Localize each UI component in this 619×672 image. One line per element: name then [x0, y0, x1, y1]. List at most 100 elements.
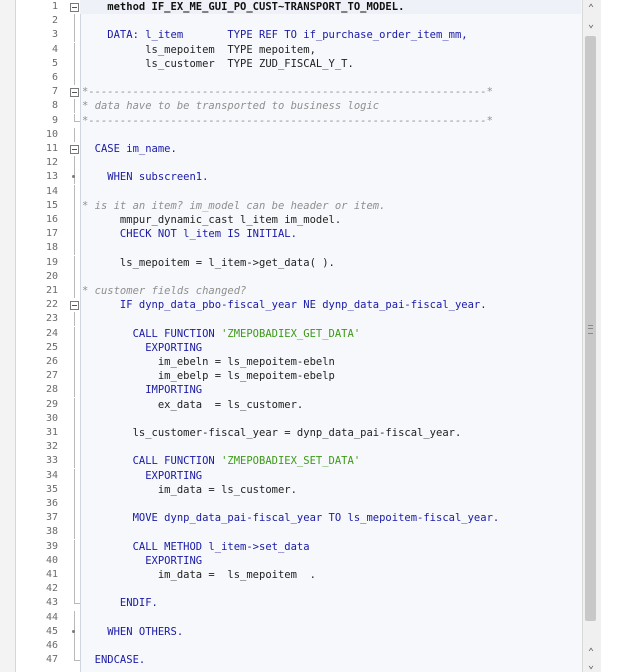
- code-text[interactable]: im_ebelp = ls_mepoitem-ebelp: [82, 369, 335, 383]
- fold-guide: [68, 269, 80, 284]
- code-line[interactable]: 8 * data have to be transported to busine…: [16, 99, 581, 114]
- code-line[interactable]: 14: [16, 184, 581, 199]
- code-text[interactable]: IMPORTING: [82, 383, 202, 397]
- scroll-down-icon[interactable]: ⌄: [583, 659, 599, 672]
- code-line[interactable]: 15 * is it an item? im_model can be heade…: [16, 198, 581, 213]
- code-text[interactable]: EXPORTING: [82, 469, 202, 483]
- code-text[interactable]: ENDIF.: [82, 596, 158, 610]
- code-text[interactable]: CHECK NOT l_item IS INITIAL.: [82, 227, 297, 241]
- code-line[interactable]: 31 ls_customer-fiscal_year = dynp_data_p…: [16, 426, 581, 440]
- code-line[interactable]: 11 CASE im_name.: [16, 142, 581, 156]
- fold-guide-line: [74, 355, 75, 369]
- code-line[interactable]: 9 *--------------------------------------…: [16, 113, 581, 128]
- fold-guide: [68, 14, 80, 29]
- code-line[interactable]: 2: [16, 14, 581, 29]
- code-text[interactable]: im_ebeln = ls_mepoitem-ebeln: [82, 355, 335, 369]
- code-line[interactable]: 28 IMPORTING: [16, 383, 581, 398]
- code-line[interactable]: 10: [16, 127, 581, 142]
- code-line[interactable]: 25 EXPORTING: [16, 340, 581, 355]
- code-text[interactable]: ENDCASE.: [82, 653, 146, 667]
- code-text[interactable]: CALL METHOD l_item->set_data: [82, 540, 310, 554]
- line-number: 30: [45, 412, 58, 424]
- code-line[interactable]: 16 mmpur_dynamic_cast l_item im_model.: [16, 213, 581, 227]
- code-line[interactable]: 12: [16, 156, 581, 171]
- code-line[interactable]: 21 * customer fields changed?: [16, 284, 581, 298]
- code-text[interactable]: WHEN OTHERS.: [82, 625, 183, 639]
- code-line[interactable]: 32: [16, 440, 581, 455]
- code-line[interactable]: 5 ls_customer TYPE ZUD_FISCAL_Y_T.: [16, 56, 581, 71]
- code-line[interactable]: 23: [16, 312, 581, 327]
- code-text[interactable]: * is it an item? im_model can be header …: [82, 199, 385, 213]
- code-text[interactable]: ls_mepoitem = l_item->get_data( ).: [82, 256, 335, 270]
- scroll-down-small-icon[interactable]: ⌄: [583, 18, 599, 31]
- abap-code-editor[interactable]: 1 method IF_EX_ME_GUI_PO_CUST~TRANSPORT_…: [0, 0, 619, 672]
- code-line[interactable]: 40 EXPORTING: [16, 553, 581, 568]
- code-text[interactable]: MOVE dynp_data_pai-fiscal_year TO ls_mep…: [82, 511, 500, 525]
- minus-box-icon[interactable]: [70, 145, 79, 154]
- fold-guide: [68, 397, 80, 412]
- code-text[interactable]: * customer fields changed?: [82, 284, 246, 298]
- code-line[interactable]: 20: [16, 269, 581, 284]
- code-line[interactable]: 22 IF dynp_data_pbo-fiscal_year NE dynp_…: [16, 298, 581, 312]
- code-line[interactable]: 3 DATA: l_item TYPE REF TO if_purchase_o…: [16, 28, 581, 43]
- code-line[interactable]: 18: [16, 241, 581, 256]
- code-line[interactable]: 13 WHEN subscreen1.: [16, 170, 581, 185]
- code-text[interactable]: * data have to be transported to busines…: [82, 99, 379, 113]
- minus-box-icon[interactable]: [70, 88, 79, 98]
- code-line[interactable]: 36: [16, 497, 581, 511]
- code-line[interactable]: 34 EXPORTING: [16, 468, 581, 483]
- code-line[interactable]: 39 CALL METHOD l_item->set_data: [16, 539, 581, 554]
- code-text[interactable]: ex_data = ls_customer.: [82, 398, 303, 412]
- code-text[interactable]: CASE im_name.: [82, 142, 177, 156]
- code-line[interactable]: 46: [16, 639, 581, 653]
- code-text[interactable]: CALL FUNCTION 'ZMEPOBADIEX_SET_DATA': [82, 454, 361, 468]
- code-line[interactable]: 37 MOVE dynp_data_pai-fiscal_year TO ls_…: [16, 511, 581, 526]
- code-line[interactable]: 41 im_data = ls_mepoitem .: [16, 568, 581, 582]
- code-line[interactable]: 19 ls_mepoitem = l_item->get_data( ).: [16, 255, 581, 270]
- code-text[interactable]: *---------------------------------------…: [82, 85, 493, 99]
- code-line[interactable]: 30: [16, 411, 581, 426]
- code-line[interactable]: 45 WHEN OTHERS.: [16, 624, 581, 639]
- code-text[interactable]: ls_customer TYPE ZUD_FISCAL_Y_T.: [82, 57, 354, 71]
- fold-toggle-icon[interactable]: [68, 142, 80, 156]
- code-line[interactable]: 17 CHECK NOT l_item IS INITIAL.: [16, 227, 581, 242]
- minus-box-icon[interactable]: [70, 3, 79, 12]
- code-line[interactable]: 42: [16, 582, 581, 597]
- fold-guide: [68, 511, 80, 526]
- code-text[interactable]: method IF_EX_ME_GUI_PO_CUST~TRANSPORT_TO…: [82, 0, 404, 14]
- code-line[interactable]: 43 ENDIF.: [16, 596, 581, 610]
- code-text[interactable]: EXPORTING: [82, 554, 202, 568]
- code-text[interactable]: *---------------------------------------…: [82, 114, 493, 128]
- fold-toggle-icon[interactable]: [68, 0, 80, 14]
- fold-guide: [68, 99, 80, 114]
- fold-toggle-icon[interactable]: [68, 298, 80, 312]
- code-text[interactable]: ls_customer-fiscal_year = dynp_data_pai-…: [82, 426, 462, 440]
- scroll-up-icon[interactable]: ⌃: [583, 2, 599, 15]
- code-line[interactable]: 33 CALL FUNCTION 'ZMEPOBADIEX_SET_DATA': [16, 454, 581, 469]
- code-text[interactable]: IF dynp_data_pbo-fiscal_year NE dynp_dat…: [82, 298, 487, 312]
- code-line[interactable]: 29 ex_data = ls_customer.: [16, 397, 581, 412]
- code-line[interactable]: 1 method IF_EX_ME_GUI_PO_CUST~TRANSPORT_…: [16, 0, 581, 14]
- code-line[interactable]: 26 im_ebeln = ls_mepoitem-ebeln: [16, 355, 581, 369]
- code-line[interactable]: 27 im_ebelp = ls_mepoitem-ebelp: [16, 369, 581, 384]
- code-line[interactable]: 38: [16, 525, 581, 540]
- code-text[interactable]: DATA: l_item TYPE REF TO if_purchase_ord…: [82, 28, 467, 42]
- code-text[interactable]: CALL FUNCTION 'ZMEPOBADIEX_GET_DATA': [82, 327, 361, 341]
- code-line[interactable]: 4 ls_mepoitem TYPE mepoitem,: [16, 42, 581, 57]
- code-text[interactable]: mmpur_dynamic_cast l_item im_model.: [82, 213, 341, 227]
- scroll-up-small-icon[interactable]: ⌃: [583, 646, 599, 659]
- code-text[interactable]: WHEN subscreen1.: [82, 170, 208, 184]
- code-line[interactable]: 44: [16, 610, 581, 625]
- code-line[interactable]: 6: [16, 71, 581, 85]
- code-line[interactable]: 24 CALL FUNCTION 'ZMEPOBADIEX_GET_DATA': [16, 326, 581, 341]
- line-number: 46: [45, 640, 58, 651]
- code-text[interactable]: im_data = ls_mepoitem .: [82, 568, 316, 582]
- code-text[interactable]: EXPORTING: [82, 341, 202, 355]
- code-line[interactable]: 7 *--------------------------------------…: [16, 85, 581, 99]
- code-text[interactable]: im_data = ls_customer.: [82, 483, 297, 497]
- code-line[interactable]: 47 ENDCASE.: [16, 653, 581, 667]
- fold-toggle-icon[interactable]: [68, 85, 80, 99]
- code-text[interactable]: ls_mepoitem TYPE mepoitem,: [82, 43, 316, 57]
- code-line[interactable]: 35 im_data = ls_customer.: [16, 482, 581, 497]
- minus-box-icon[interactable]: [70, 301, 79, 311]
